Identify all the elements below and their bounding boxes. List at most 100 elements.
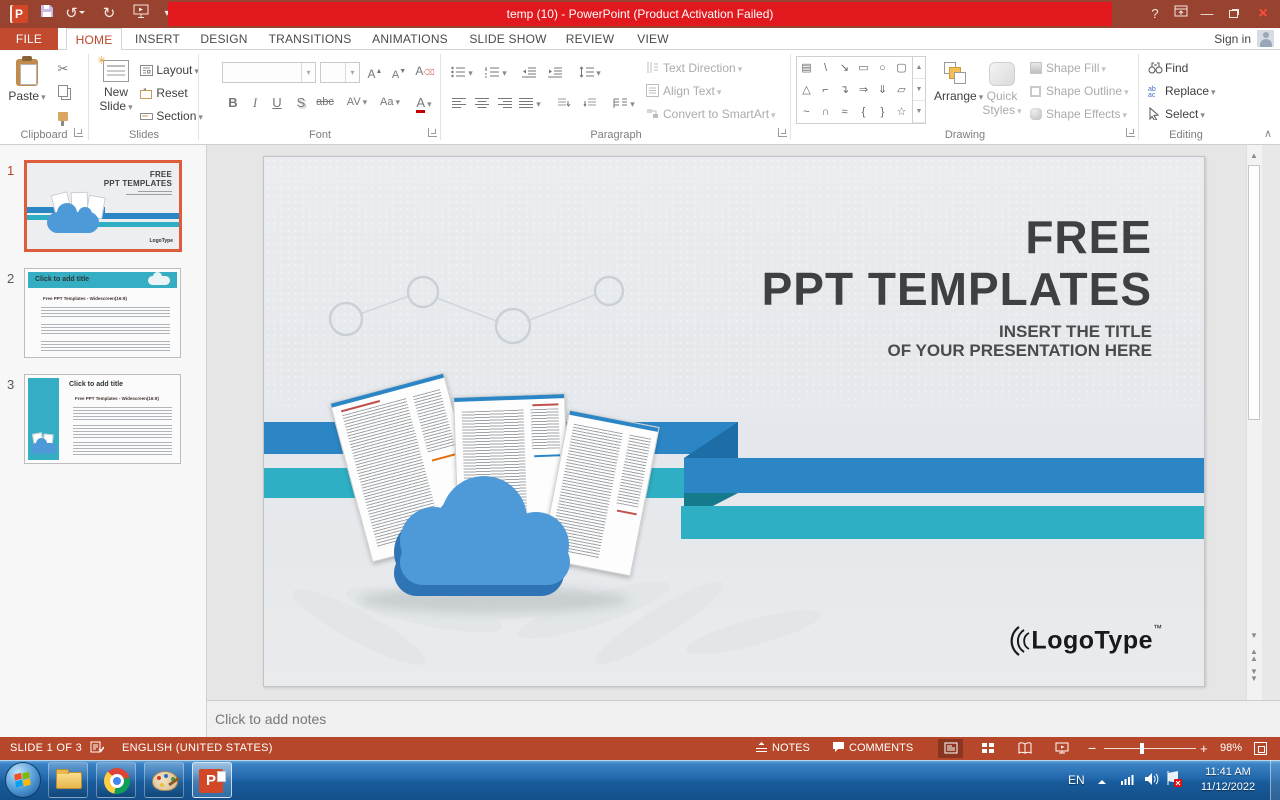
taskbar-clock[interactable]: 11:41 AM11/12/2022	[1190, 765, 1266, 795]
normal-view-button[interactable]	[938, 739, 963, 758]
replace-button[interactable]: abacReplace	[1148, 81, 1216, 101]
tab-view[interactable]: VIEW	[628, 28, 678, 50]
shape-right-brace-icon[interactable]: }	[873, 101, 892, 123]
font-name-combo[interactable]: ▾	[222, 62, 316, 83]
italic-button[interactable]: I	[244, 92, 266, 113]
save-button[interactable]	[36, 4, 58, 24]
cut-button[interactable]: ✂	[52, 58, 74, 79]
fit-slide-to-window-button[interactable]	[1254, 742, 1267, 755]
align-left-button[interactable]	[448, 92, 470, 113]
shape-effects-button[interactable]: Shape Effects	[1030, 104, 1127, 124]
shape-elbow-icon[interactable]: ⌐	[816, 79, 835, 101]
align-right-button[interactable]	[494, 92, 516, 113]
copy-button[interactable]	[52, 82, 74, 103]
scrollbar-thumb[interactable]	[1248, 165, 1260, 420]
slide-sorter-view-button[interactable]	[975, 739, 1000, 758]
shape-elbow-arrow-icon[interactable]: ↴	[835, 79, 854, 101]
tab-slide-show[interactable]: SLIDE SHOW	[462, 28, 554, 50]
underline-button[interactable]: U	[266, 92, 288, 113]
shape-rounded-rectangle-icon[interactable]: ▢	[892, 57, 911, 79]
shape-down-arrow-icon[interactable]: ⇓	[873, 79, 892, 101]
sign-in-button[interactable]: Sign in	[1214, 28, 1274, 50]
logo[interactable]: LogoType™	[1005, 623, 1162, 658]
taskbar-powerpoint-button[interactable]: P	[192, 762, 232, 798]
next-slide-button[interactable]: ▼▼	[1247, 668, 1261, 683]
shapes-scroll-up[interactable]: ▲	[913, 57, 925, 79]
shape-left-brace-icon[interactable]: {	[854, 101, 873, 123]
line-spacing-button[interactable]	[576, 61, 604, 82]
columns-button[interactable]	[610, 92, 638, 113]
notes-pane[interactable]: Click to add notes	[207, 700, 1280, 737]
notes-toggle-button[interactable]: NOTES	[755, 737, 810, 760]
show-desktop-button[interactable]	[1270, 760, 1280, 800]
shapes-scroll-down[interactable]: ▼	[913, 79, 925, 101]
tab-review[interactable]: REVIEW	[561, 28, 619, 50]
shape-outline-button[interactable]: Shape Outline	[1030, 81, 1129, 101]
shape-arc-icon[interactable]: ∩	[816, 101, 835, 123]
shapes-gallery-scrollbar[interactable]: ▲ ▼ ▼	[913, 56, 926, 124]
find-button[interactable]: Find	[1148, 58, 1188, 78]
bullets-button[interactable]	[448, 61, 476, 82]
undo-button[interactable]: ↺	[64, 4, 86, 24]
tab-transitions[interactable]: TRANSITIONS	[262, 28, 358, 50]
taskbar-paint-button[interactable]	[144, 762, 184, 798]
text-shadow-button[interactable]: S	[290, 92, 312, 113]
arrange-button[interactable]: Arrange	[934, 56, 978, 122]
shape-textbox-icon[interactable]: ▤	[797, 57, 816, 79]
reading-view-button[interactable]	[1012, 739, 1037, 758]
decrease-font-size-button[interactable]: A▼	[388, 61, 410, 82]
scroll-down-button[interactable]: ▼	[1247, 628, 1261, 643]
increase-font-size-button[interactable]: A▲	[364, 61, 386, 82]
shape-oval-icon[interactable]: ○	[873, 57, 892, 79]
shape-scribble-icon[interactable]: ~	[797, 101, 816, 123]
new-slide-button[interactable]: New Slide	[94, 56, 138, 122]
font-color-button[interactable]: A	[410, 92, 438, 113]
format-painter-button[interactable]	[52, 106, 74, 127]
shapes-gallery[interactable]: ▤ \ ↘ ▭ ○ ▢ △ ⌐ ↴ ⇒ ⇓ ▱ ~ ∩ ≈ { } ☆	[796, 56, 913, 124]
language-indicator[interactable]: ENGLISH (UNITED STATES)	[122, 737, 273, 760]
zoom-in-button[interactable]: +	[1200, 737, 1208, 760]
strikethrough-button[interactable]: abc	[312, 92, 338, 113]
slide-canvas[interactable]: FREEPPT TEMPLATES INSERT THE TITLEOF YOU…	[263, 156, 1205, 687]
start-button[interactable]	[5, 762, 41, 798]
justify-button[interactable]	[517, 92, 543, 113]
spell-check-icon[interactable]	[90, 737, 104, 760]
zoom-slider-thumb[interactable]	[1140, 743, 1144, 754]
shape-arrow-icon[interactable]: ↘	[835, 57, 854, 79]
slide-thumbnail-2[interactable]: Click to add title Free PPT Templates - …	[24, 268, 181, 358]
slide-subtitle-placeholder[interactable]: INSERT THE TITLEOF YOUR PRESENTATION HER…	[888, 322, 1152, 360]
clear-formatting-button[interactable]: A⌫	[414, 61, 436, 82]
zoom-out-button[interactable]: −	[1088, 737, 1096, 760]
notes-placeholder[interactable]: Click to add notes	[215, 711, 326, 727]
shape-right-arrow-icon[interactable]: ⇒	[854, 79, 873, 101]
clipboard-dialog-launcher[interactable]	[74, 128, 83, 137]
ribbon-display-options-button[interactable]	[1168, 3, 1194, 25]
paragraph-dialog-launcher[interactable]	[778, 128, 787, 137]
slide-title-placeholder[interactable]: FREEPPT TEMPLATES	[762, 211, 1152, 315]
shape-rectangle-icon[interactable]: ▭	[854, 57, 873, 79]
tab-file[interactable]: FILE	[0, 28, 58, 50]
paste-button[interactable]: Paste	[6, 56, 48, 122]
select-button[interactable]: Select	[1148, 104, 1205, 124]
slide-thumbnail-1[interactable]: FREEPPT TEMPLATES LogoType	[24, 160, 182, 252]
volume-icon[interactable]	[1144, 772, 1160, 800]
shape-curve-icon[interactable]: ≈	[835, 101, 854, 123]
reset-button[interactable]: Reset	[140, 83, 188, 103]
layout-button[interactable]: Layout	[140, 60, 199, 80]
quick-styles-button[interactable]: Quick Styles	[980, 56, 1024, 122]
help-button[interactable]: ?	[1142, 3, 1168, 25]
taskbar-explorer-button[interactable]	[48, 762, 88, 798]
scroll-up-button[interactable]: ▲	[1247, 148, 1261, 163]
increase-indent-button[interactable]	[544, 61, 566, 82]
language-bar[interactable]: EN	[1068, 760, 1085, 800]
show-hidden-icons-button[interactable]	[1096, 774, 1108, 800]
collapse-ribbon-button[interactable]: ∧	[1264, 127, 1272, 140]
text-direction-button[interactable]: Text Direction	[646, 58, 742, 78]
action-center-icon[interactable]	[1166, 771, 1182, 800]
close-button[interactable]: ×	[1250, 3, 1276, 25]
font-dialog-launcher[interactable]	[428, 128, 437, 137]
slide-show-button[interactable]	[1049, 739, 1074, 758]
shapes-more-button[interactable]: ▼	[913, 101, 925, 123]
align-center-button[interactable]	[471, 92, 493, 113]
taskbar-chrome-button[interactable]	[96, 762, 136, 798]
